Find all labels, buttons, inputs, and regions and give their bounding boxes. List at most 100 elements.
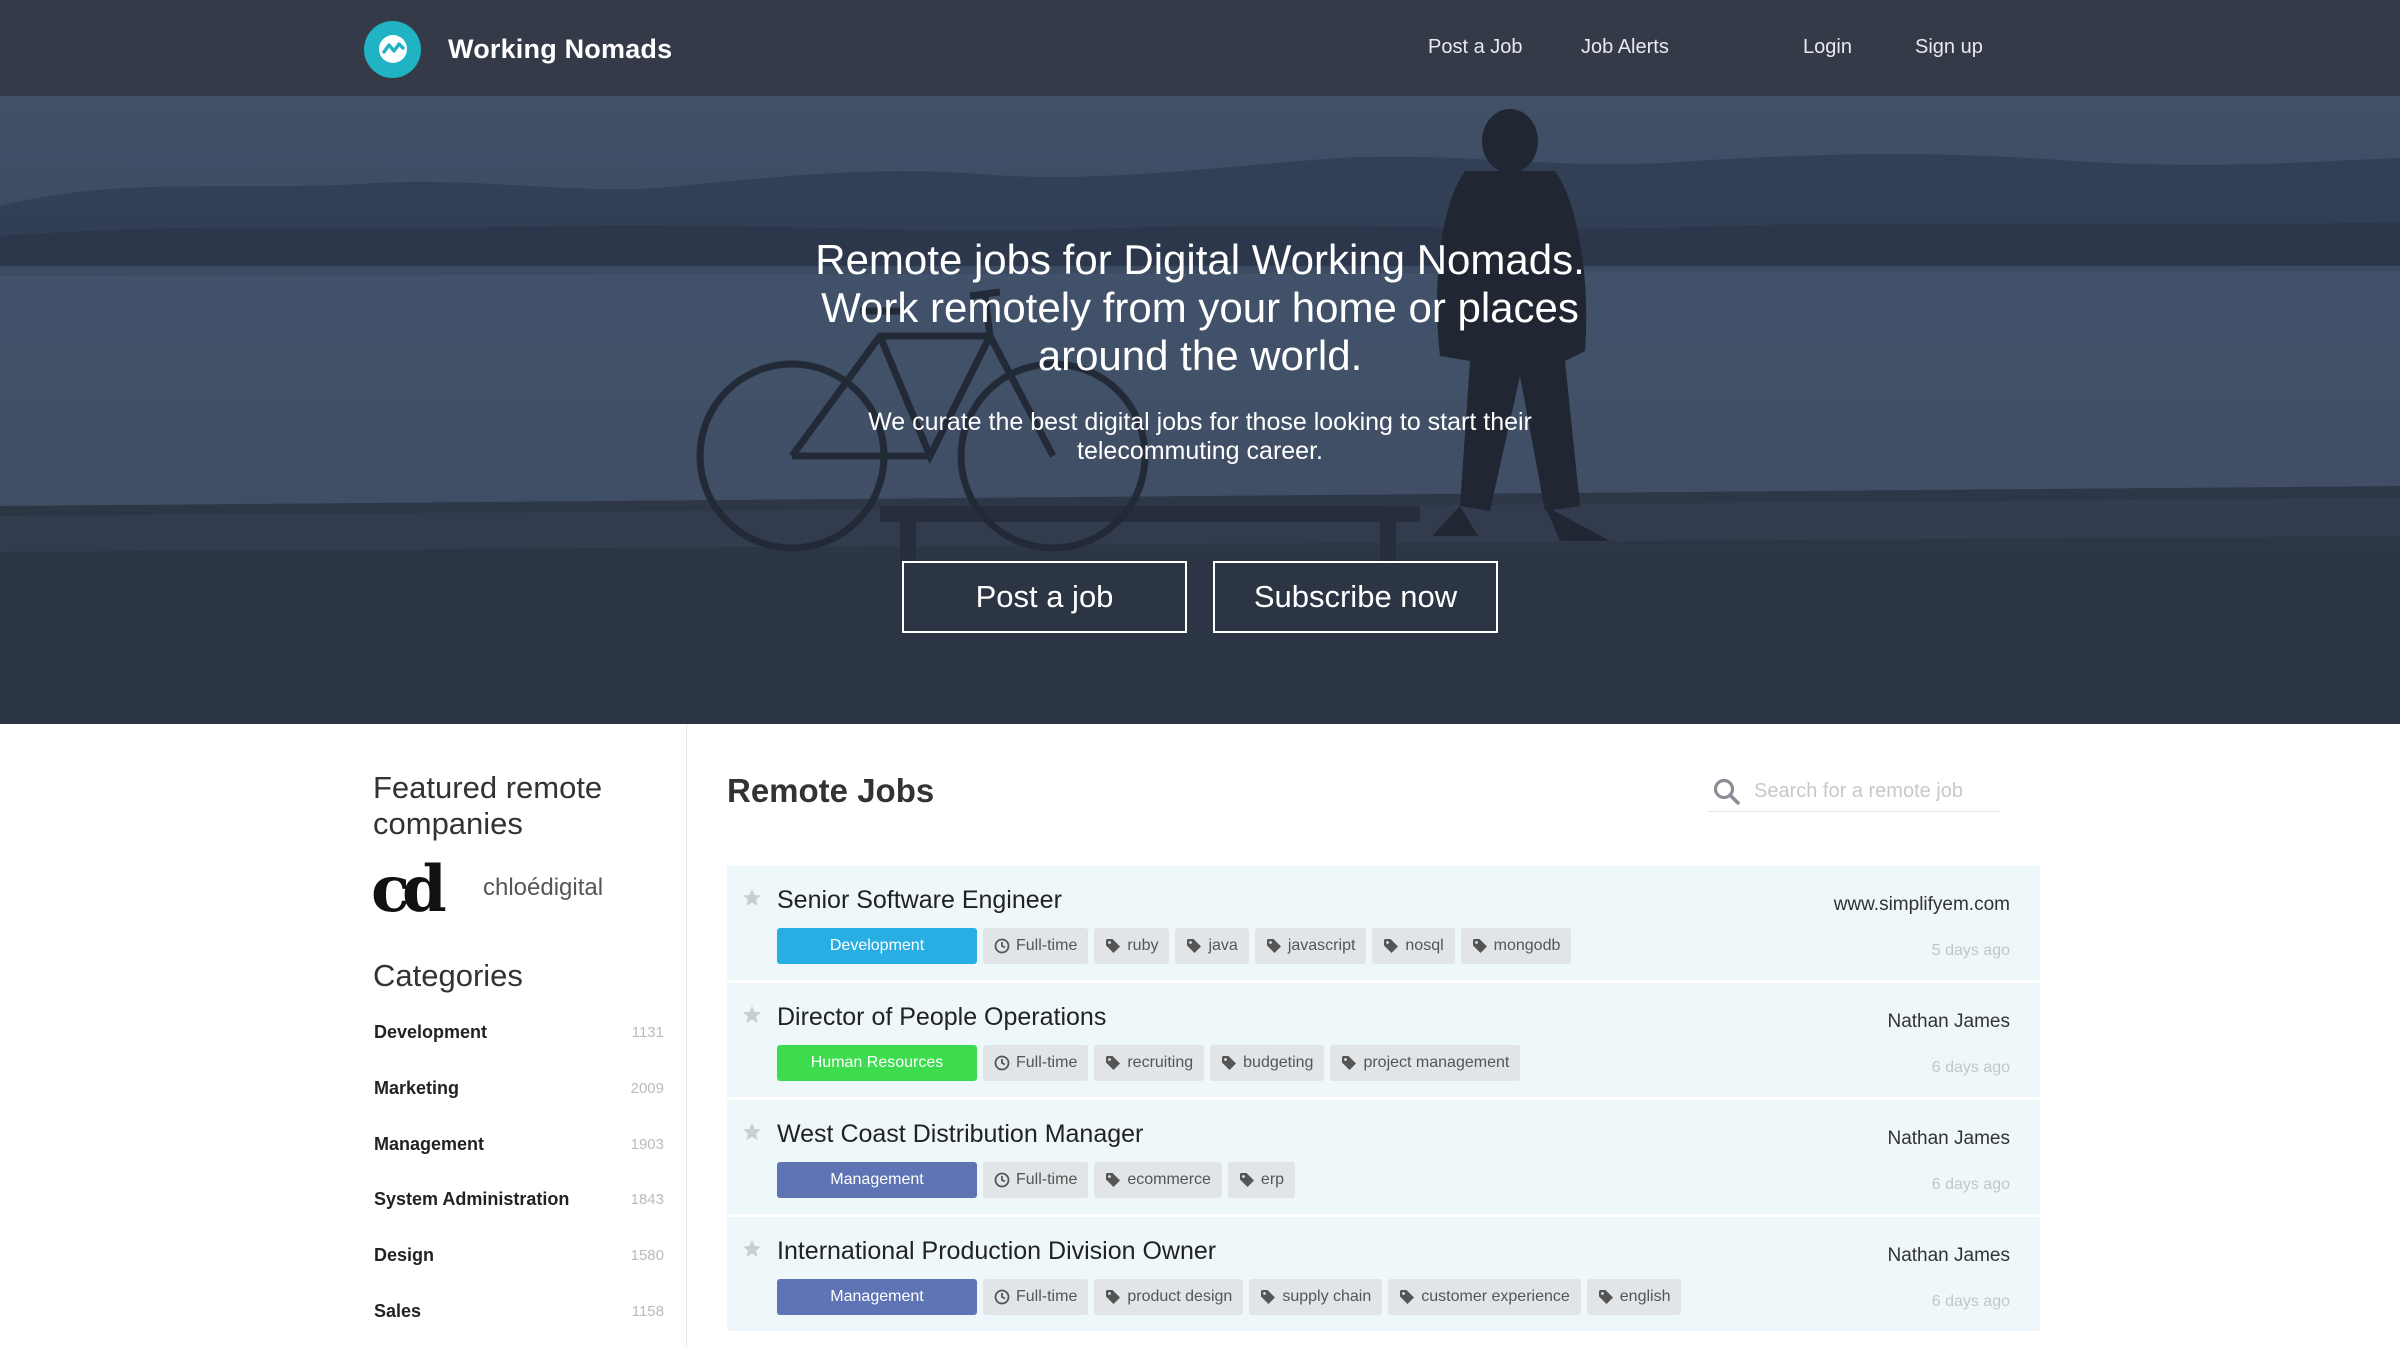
category-count: 2009 — [630, 1079, 664, 1097]
job-type-label: Full-time — [1016, 1054, 1078, 1071]
star-icon[interactable] — [742, 1005, 762, 1025]
tag-icon — [1399, 1289, 1415, 1305]
tag-icon — [1260, 1289, 1276, 1305]
job-tag[interactable]: ruby — [1094, 928, 1170, 964]
job-tag-label: product design — [1127, 1288, 1233, 1305]
job-category-badge[interactable]: Management — [777, 1162, 977, 1198]
category-count: 1158 — [631, 1302, 664, 1320]
clock-icon — [994, 1289, 1010, 1305]
job-row[interactable]: West Coast Distribution Manager Managemen… — [727, 1100, 2040, 1216]
remote-jobs-title: Remote Jobs — [727, 772, 935, 809]
job-tag-label: nosql — [1405, 937, 1444, 954]
job-category-badge[interactable]: Management — [777, 1279, 977, 1315]
job-category-badge[interactable]: Human Resources — [777, 1045, 977, 1081]
star-icon[interactable] — [742, 888, 762, 908]
job-title[interactable]: Senior Software Engineer — [777, 886, 1062, 915]
job-tag[interactable]: recruiting — [1094, 1045, 1205, 1081]
categories-title: Categories — [373, 958, 523, 993]
job-title[interactable]: West Coast Distribution Manager — [777, 1120, 1143, 1149]
job-title[interactable]: International Production Division Owner — [777, 1237, 1216, 1266]
brand-name: Working Nomads — [448, 33, 673, 64]
job-tags: Management Full-time product design supply … — [777, 1279, 1682, 1315]
logo-icon — [364, 20, 421, 78]
clock-icon — [994, 1172, 1010, 1188]
job-tag[interactable]: erp — [1227, 1162, 1296, 1198]
job-row[interactable]: International Production Division Owner M… — [727, 1217, 2040, 1333]
job-category-badge[interactable]: Development — [777, 928, 977, 964]
tag-icon — [1472, 938, 1488, 954]
category-item-marketing[interactable]: Marketing 2009 — [374, 1073, 664, 1103]
hero-title: Remote jobs for Digital Working Nomads. … — [700, 236, 1700, 380]
job-tag[interactable]: product design — [1094, 1279, 1244, 1315]
job-type-tag[interactable]: Full-time — [983, 1162, 1089, 1198]
job-tag[interactable]: customer experience — [1388, 1279, 1581, 1315]
job-tag[interactable]: javascript — [1254, 928, 1367, 964]
tag-icon — [1105, 1055, 1121, 1071]
brand[interactable]: Working Nomads — [364, 20, 673, 78]
category-count: 1903 — [630, 1135, 664, 1153]
job-company[interactable]: www.simplifyem.com — [1834, 894, 2010, 916]
tag-icon — [1221, 1055, 1237, 1071]
subscribe-button[interactable]: Subscribe now — [1213, 561, 1498, 633]
tag-icon — [1105, 1172, 1121, 1188]
category-label: Management — [374, 1133, 485, 1154]
job-row[interactable]: Senior Software Engineer Development Full-… — [727, 866, 2040, 982]
job-row[interactable]: Director of People Operations Human Resou… — [727, 983, 2040, 1099]
search-bar — [1708, 772, 2000, 812]
top-navbar: Working Nomads Post a Job Job Alerts Log… — [0, 0, 2400, 96]
company-name[interactable]: chloédigital — [483, 874, 603, 902]
job-company[interactable]: Nathan James — [1887, 1011, 2010, 1033]
sidebar-divider — [686, 724, 687, 1347]
category-item-system-administration[interactable]: System Administration 1843 — [374, 1184, 664, 1214]
category-item-development[interactable]: Development 1131 — [374, 1017, 664, 1047]
category-item-design[interactable]: Design 1580 — [374, 1240, 664, 1270]
tag-icon — [1266, 938, 1282, 954]
tag-icon — [1341, 1055, 1357, 1071]
nav-signup[interactable]: Sign up — [1915, 36, 1983, 59]
job-tag-label: java — [1208, 937, 1238, 954]
job-posted-time: 6 days ago — [1931, 1059, 2010, 1076]
nav-post-job[interactable]: Post a Job — [1428, 36, 1523, 59]
job-tag[interactable]: nosql — [1372, 928, 1455, 964]
hero-title-line-2: Work remotely from your home or places — [821, 284, 1579, 331]
category-label: Development — [374, 1021, 488, 1042]
job-tag[interactable]: java — [1175, 928, 1249, 964]
search-input[interactable] — [1754, 780, 1994, 803]
nav-login[interactable]: Login — [1803, 36, 1852, 59]
job-tag[interactable]: supply chain — [1249, 1279, 1383, 1315]
job-tag[interactable]: mongodb — [1460, 928, 1572, 964]
category-item-sales[interactable]: Sales 1158 — [374, 1296, 664, 1326]
job-type-label: Full-time — [1016, 1171, 1078, 1188]
nav-job-alerts[interactable]: Job Alerts — [1581, 36, 1669, 59]
job-tag[interactable]: ecommerce — [1094, 1162, 1222, 1198]
category-label: Design — [374, 1244, 435, 1265]
hero-subtitle: We curate the best digital jobs for thos… — [760, 408, 1640, 466]
category-item-management[interactable]: Management 1903 — [374, 1129, 664, 1159]
tag-icon — [1186, 938, 1202, 954]
job-tags: Human Resources Full-time recruiting budget… — [777, 1045, 1521, 1081]
job-tag-label: recruiting — [1127, 1054, 1194, 1071]
star-icon[interactable] — [742, 1239, 762, 1259]
job-tag[interactable]: budgeting — [1210, 1045, 1325, 1081]
job-company[interactable]: Nathan James — [1887, 1128, 2010, 1150]
post-job-button[interactable]: Post a job — [902, 561, 1187, 633]
job-tag-label: budgeting — [1243, 1054, 1314, 1071]
job-tag[interactable]: project management — [1330, 1045, 1521, 1081]
category-count: 1843 — [630, 1190, 664, 1208]
job-tag-label: customer experience — [1421, 1288, 1570, 1305]
job-type-tag[interactable]: Full-time — [983, 1045, 1089, 1081]
job-posted-time: 6 days ago — [1931, 1293, 2010, 1310]
hero-title-line-3: around the world. — [1037, 332, 1363, 379]
job-company[interactable]: Nathan James — [1887, 1245, 2010, 1267]
star-icon[interactable] — [742, 1122, 762, 1142]
search-icon[interactable] — [1712, 777, 1742, 807]
job-tag-label: javascript — [1287, 937, 1356, 954]
job-tag-label: ruby — [1127, 937, 1159, 954]
job-tag[interactable]: english — [1586, 1279, 1682, 1315]
job-title[interactable]: Director of People Operations — [777, 1003, 1106, 1032]
job-tag-label: english — [1619, 1288, 1671, 1305]
tag-icon — [1105, 1289, 1121, 1305]
job-type-tag[interactable]: Full-time — [983, 1279, 1089, 1315]
company-logo[interactable]: cd — [371, 858, 447, 922]
job-type-tag[interactable]: Full-time — [983, 928, 1089, 964]
